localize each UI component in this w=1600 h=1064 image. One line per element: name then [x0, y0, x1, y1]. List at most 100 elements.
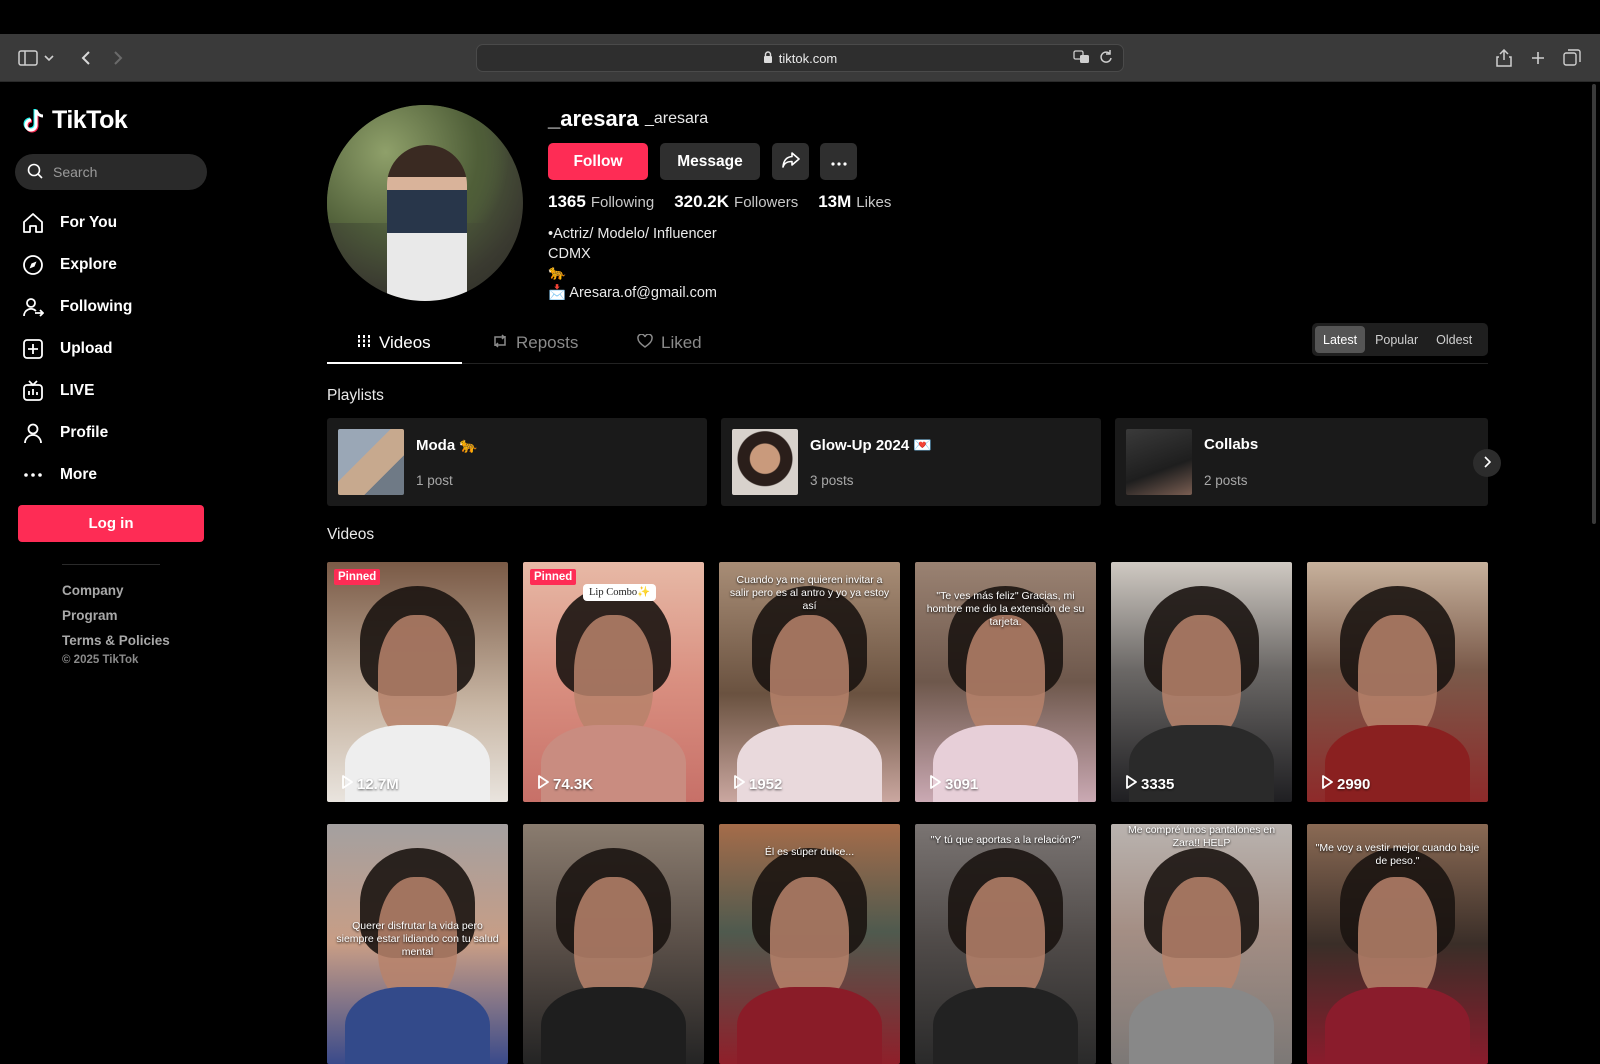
- video-thumbnail-face: [965, 614, 1046, 740]
- play-icon: [929, 775, 941, 793]
- video-thumbnail-face: [1161, 614, 1242, 740]
- share-arrow-icon: [781, 152, 800, 171]
- playlists-next-button[interactable]: [1473, 449, 1501, 477]
- sort-oldest[interactable]: Oldest: [1428, 326, 1480, 353]
- message-button[interactable]: Message: [660, 143, 760, 180]
- log-in-button[interactable]: Log in: [18, 505, 204, 542]
- profile-bio: •Actriz/ Modelo/ Influencer CDMX 🐆 📩 Are…: [548, 225, 717, 303]
- share-icon[interactable]: [1492, 46, 1516, 70]
- playlist-thumbnail: [338, 429, 404, 495]
- playlist-card[interactable]: Moda 🐆 1 post: [327, 418, 707, 506]
- followers-count: 320.2K: [674, 192, 730, 211]
- user-plus-icon: [20, 294, 46, 320]
- video-card[interactable]: 3335: [1111, 562, 1292, 802]
- videos-heading: Videos: [327, 526, 375, 543]
- likes-count: 13M: [818, 192, 852, 211]
- view-count: 1952: [733, 775, 782, 793]
- stat-followers[interactable]: 320.2K Followers: [674, 192, 798, 212]
- chevron-down-icon[interactable]: [42, 46, 56, 70]
- video-thumbnail-body: [933, 987, 1078, 1064]
- video-card[interactable]: Querer disfrutar la vida pero siempre es…: [327, 824, 508, 1064]
- video-card[interactable]: "Y tú que aportas a la relación?": [915, 824, 1096, 1064]
- back-icon[interactable]: [74, 46, 98, 70]
- video-thumbnail-face: [769, 614, 850, 740]
- view-count-text: 3335: [1141, 775, 1175, 793]
- nav-more[interactable]: More: [20, 454, 220, 496]
- play-icon: [1125, 775, 1137, 793]
- pinned-badge: Pinned: [530, 569, 577, 585]
- profile-username: _aresara: [548, 106, 639, 131]
- video-thumbnail-body: [345, 987, 490, 1064]
- new-tab-icon[interactable]: [1526, 46, 1550, 70]
- forward-icon[interactable]: [106, 46, 130, 70]
- nav-following[interactable]: Following: [20, 286, 220, 328]
- tab-liked[interactable]: Liked: [637, 322, 702, 364]
- video-card[interactable]: Pinned Lip Combo✨ 74.3K: [523, 562, 704, 802]
- search-bar[interactable]: [15, 154, 207, 190]
- ellipsis-icon: [830, 154, 847, 169]
- nav-upload[interactable]: Upload: [20, 328, 220, 370]
- sidebar-toggle-icon[interactable]: [16, 46, 40, 70]
- followers-label: Followers: [734, 194, 799, 211]
- view-count-text: 12.7M: [357, 775, 399, 793]
- reload-icon[interactable]: [1099, 49, 1113, 68]
- copyright: © 2025 TikTok: [62, 654, 139, 666]
- video-card[interactable]: Pinned 12.7M: [327, 562, 508, 802]
- video-card[interactable]: [523, 824, 704, 1064]
- video-card[interactable]: Él es súper dulce...: [719, 824, 900, 1064]
- footer-link-company[interactable]: Company: [62, 578, 170, 603]
- profile-nickname: _aresara: [645, 110, 709, 127]
- view-count-text: 74.3K: [553, 775, 594, 793]
- footer-link-terms[interactable]: Terms & Policies: [62, 628, 170, 653]
- heart-lock-icon: [637, 333, 653, 353]
- view-count-text: 1952: [749, 775, 783, 793]
- playlist-card[interactable]: Glow-Up 2024 💌 3 posts: [721, 418, 1101, 506]
- scrollbar[interactable]: [1592, 84, 1596, 524]
- stat-following[interactable]: 1365 Following: [548, 192, 654, 212]
- tab-overview-icon[interactable]: [1560, 46, 1584, 70]
- search-icon: [27, 163, 43, 182]
- repost-icon: [492, 333, 508, 353]
- search-input[interactable]: [53, 164, 193, 180]
- footer-link-program[interactable]: Program: [62, 603, 170, 628]
- tab-reposts[interactable]: Reposts: [492, 322, 578, 364]
- tab-videos[interactable]: Videos: [357, 322, 431, 364]
- tiktok-logo[interactable]: TikTok: [22, 106, 128, 135]
- video-thumbnail-face: [769, 876, 850, 1002]
- avatar[interactable]: [327, 105, 523, 301]
- video-card[interactable]: "Te ves más feliz" Gracias, mi hombre me…: [915, 562, 1096, 802]
- video-thumbnail-face: [1357, 614, 1438, 740]
- video-thumbnail-face: [1161, 876, 1242, 1002]
- nav-live[interactable]: LIVE: [20, 370, 220, 412]
- video-caption-overlay: Me compré unos pantalones en Zara!! HELP: [1127, 824, 1276, 849]
- tab-label: Videos: [379, 333, 431, 352]
- sort-latest[interactable]: Latest: [1315, 326, 1366, 353]
- active-tab-indicator: [327, 362, 462, 364]
- home-icon: [20, 210, 46, 236]
- video-thumbnail-face: [1357, 876, 1438, 1002]
- follow-button[interactable]: Follow: [548, 143, 648, 180]
- nav-label: Upload: [60, 340, 113, 357]
- nav-profile[interactable]: Profile: [20, 412, 220, 454]
- video-card[interactable]: Cuando ya me quieren invitar a salir per…: [719, 562, 900, 802]
- likes-label: Likes: [856, 194, 892, 211]
- more-options-button[interactable]: [820, 143, 857, 180]
- address-bar[interactable]: tiktok.com: [476, 44, 1124, 72]
- video-card[interactable]: Me compré unos pantalones en Zara!! HELP: [1111, 824, 1292, 1064]
- playlist-title: Moda 🐆: [416, 437, 479, 454]
- video-card[interactable]: 2990: [1307, 562, 1488, 802]
- share-profile-button[interactable]: [772, 143, 809, 180]
- compass-icon: [20, 252, 46, 278]
- nav-label: Profile: [60, 424, 109, 441]
- sort-popular[interactable]: Popular: [1367, 326, 1426, 353]
- lock-icon: [763, 50, 773, 66]
- video-caption-overlay: Cuando ya me quieren invitar a salir per…: [729, 574, 890, 612]
- video-card[interactable]: "Me voy a vestir mejor cuando baje de pe…: [1307, 824, 1488, 1064]
- footer-links: Company Program Terms & Policies: [62, 578, 170, 653]
- video-thumbnail-body: [1129, 987, 1274, 1064]
- nav-for-you[interactable]: For You: [20, 202, 220, 244]
- sidebar-divider: [62, 564, 160, 565]
- translate-icon[interactable]: [1073, 49, 1091, 68]
- playlist-card[interactable]: Collabs 2 posts: [1115, 418, 1488, 506]
- nav-explore[interactable]: Explore: [20, 244, 220, 286]
